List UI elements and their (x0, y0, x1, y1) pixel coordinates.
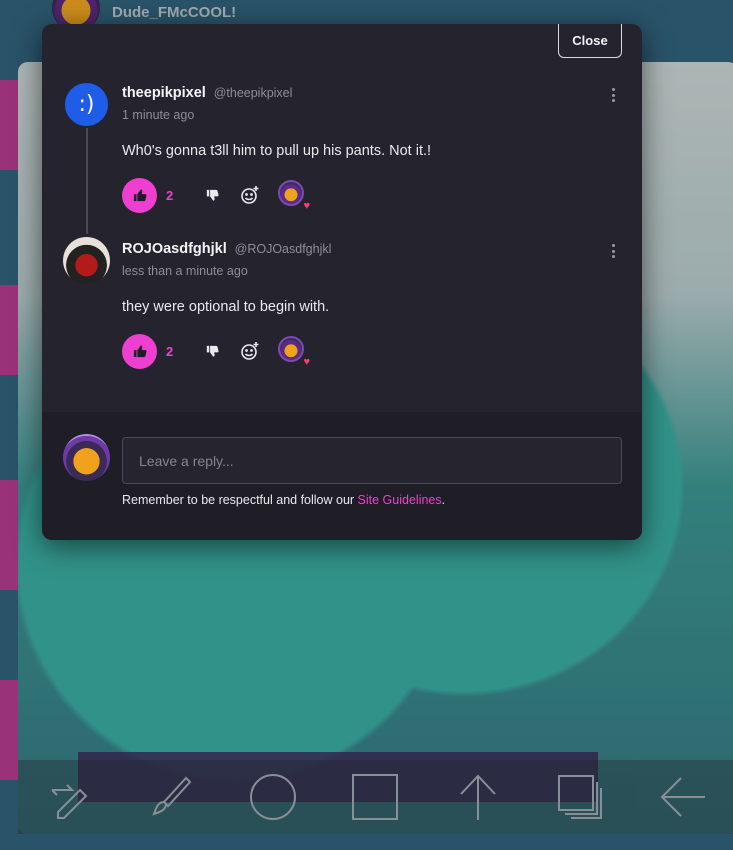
comment-timestamp: 1 minute ago (122, 108, 195, 122)
reactor-avatar[interactable]: ♥ (265, 178, 310, 212)
comments-modal: Close :) theepikpixel @theepikpixel 1 mi… (42, 24, 642, 540)
guidelines-text: Remember to be respectful and follow our (122, 493, 358, 507)
user-avatar[interactable] (63, 237, 110, 284)
add-emoji-icon (241, 186, 259, 204)
comment-actions: 2 ♥ (122, 333, 310, 369)
comment-timestamp: less than a minute ago (122, 264, 248, 278)
more-options-icon[interactable] (607, 242, 619, 260)
comment-handle: @theepikpixel (213, 86, 293, 100)
thumbs-down-icon (206, 189, 219, 201)
comment-author[interactable]: theepikpixel (122, 85, 206, 101)
more-options-icon[interactable] (607, 86, 619, 104)
heart-icon: ♥ (303, 356, 310, 368)
user-avatar[interactable]: :) (63, 81, 110, 128)
comment-author[interactable]: ROJOasdfghjkl (122, 241, 227, 257)
add-emoji-icon (241, 342, 259, 360)
comment-actions: 2 ♥ (122, 177, 310, 213)
current-user-avatar (63, 434, 110, 481)
thread-connector (86, 128, 88, 234)
site-guidelines-link[interactable]: Site Guidelines (358, 493, 442, 507)
avatar-text: :) (78, 92, 95, 117)
like-button[interactable] (122, 333, 157, 369)
guidelines-suffix: . (441, 493, 446, 507)
thumbs-up-icon (133, 189, 147, 202)
comment-author-line: ROJOasdfghjkl @ROJOasdfghjkl (122, 240, 331, 257)
add-reaction-button[interactable] (236, 337, 264, 365)
heart-icon: ♥ (303, 200, 310, 212)
reactor-avatar[interactable]: ♥ (265, 334, 310, 368)
comment-author-line: theepikpixel @theepikpixel (122, 84, 292, 101)
comment-body: they were optional to begin with. (122, 299, 330, 315)
dislike-button[interactable] (198, 181, 226, 209)
thumbs-up-icon (133, 345, 147, 358)
like-button[interactable] (122, 177, 157, 213)
close-button[interactable]: Close (558, 24, 622, 58)
comment-handle: @ROJOasdfghjkl (234, 242, 332, 256)
comment-body: Wh0's gonna t3ll him to pull up his pant… (122, 143, 432, 159)
guidelines-note: Remember to be respectful and follow our… (122, 493, 445, 507)
reactor-avatar-image (278, 180, 304, 206)
reply-composer: Remember to be respectful and follow our… (42, 412, 642, 540)
dislike-button[interactable] (198, 337, 226, 365)
reactor-avatar-image (278, 336, 304, 362)
like-count: 2 (166, 343, 174, 359)
reply-input[interactable] (122, 437, 622, 484)
add-reaction-button[interactable] (236, 181, 264, 209)
thumbs-down-icon (206, 345, 219, 357)
like-count: 2 (166, 187, 174, 203)
